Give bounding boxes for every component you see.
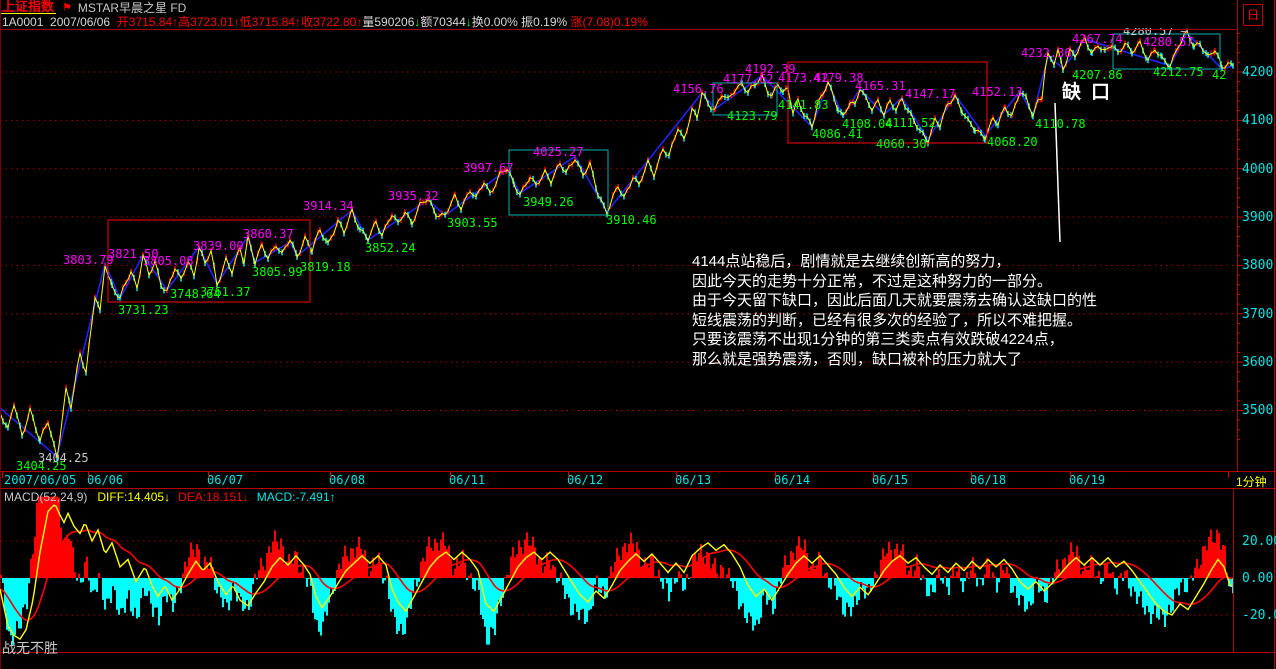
annotation-line: 因此今天的走势十分正常，不过是这种努力的一部分。 — [692, 272, 1237, 292]
price-swing-label: 4212.75 — [1153, 65, 1204, 79]
price-swing-label: 3761.37 — [200, 285, 251, 299]
date-tick — [971, 472, 972, 478]
price-swing-label: 3914.34 — [303, 199, 354, 213]
price-swing-label: 3860.37 — [243, 227, 294, 241]
price-swing-label: 3839.00 — [193, 239, 244, 253]
price-swing-label: 4147.17 — [905, 87, 956, 101]
annotation-line: 4144点站稳后，剧情就是去继续创新高的努力， — [692, 252, 1237, 272]
price-swing-label: 42 — [1212, 68, 1226, 82]
price-swing-label: 4152.13 — [972, 85, 1023, 99]
analysis-annotation-text: 4144点站稳后，剧情就是去继续创新高的努力，因此今天的走势十分正常，不过是这种… — [692, 252, 1237, 369]
main-price-chart[interactable]: 缺口3803.793821.503805.083839.003860.37391… — [0, 28, 1237, 471]
gap-label: 缺口 — [1062, 80, 1120, 103]
macd-axis-label: 20.00 — [1242, 534, 1276, 549]
date-tick — [208, 472, 209, 478]
price-swing-label: 3803.79 — [63, 253, 114, 267]
date-axis-label: 06/06 — [87, 473, 123, 487]
date-axis-label: 06/13 — [675, 473, 711, 487]
date-tick — [88, 472, 89, 478]
price-swing-label: 4110.78 — [1035, 117, 1086, 131]
price-swing-label: 4068.20 — [987, 135, 1038, 149]
macd-value-segment: ↓ — [164, 490, 170, 504]
chart-top-border — [0, 29, 1237, 30]
price-swing-label: 4267.74 — [1072, 32, 1123, 46]
date-tick — [2, 472, 3, 478]
date-axis-label: 06/18 — [970, 473, 1006, 487]
price-axis-label: 3600.0 — [1242, 355, 1276, 370]
period-selector-icon[interactable]: 日 — [1243, 4, 1263, 26]
price-axis-label: 3500.0 — [1242, 403, 1276, 418]
date-axis-label: 06/14 — [774, 473, 810, 487]
date-tick — [873, 472, 874, 478]
macd-value-segment: ↓ — [243, 490, 249, 504]
price-swing-label: 3949.26 — [523, 195, 574, 209]
price-swing-label: 4141.83 — [778, 98, 829, 112]
macd-value-segment: DIFF:14.405 — [97, 490, 164, 504]
annotation-line: 那么就是强势震荡，否则，缺口被补的压力就大了 — [692, 350, 1237, 370]
macd-value-segment: DEA:18.151 — [178, 490, 243, 504]
date-tick — [330, 472, 331, 478]
price-axis-label: 4100.0 — [1242, 113, 1276, 128]
annotation-line: 由于今天留下缺口，因此后面几天就要震荡去确认这缺口的性 — [692, 291, 1237, 311]
macd-axis-label: -20.00 — [1242, 608, 1276, 623]
macd-axis-separator — [1233, 488, 1234, 652]
symbol-name[interactable]: 上证指数 — [0, 0, 56, 14]
macd-header: MACD(52,24,9)DIFF:14.405↓DEA:18.151↓MACD… — [4, 490, 336, 503]
price-axis-label: 4000.0 — [1242, 162, 1276, 177]
flag-icon: ⚑ — [62, 1, 72, 14]
date-tick — [450, 472, 451, 478]
macd-axis-label: 0.00 — [1242, 571, 1273, 586]
price-swing-label: 3731.23 — [118, 303, 169, 317]
price-swing-label: 3805.08 — [143, 254, 194, 268]
date-axis-label: 06/15 — [872, 473, 908, 487]
macd-value-segment: ↑ — [330, 490, 336, 504]
date-axis-label: 06/12 — [567, 473, 603, 487]
annotation-line: 短线震荡的判断，已经有很多次的经验了，所以不难把握。 — [692, 311, 1237, 331]
price-swing-label: 3935.32 — [388, 189, 439, 203]
price-swing-label: 4123.79 — [727, 109, 778, 123]
price-swing-label: 3910.46 — [606, 213, 657, 227]
price-axis-label: 3900.0 — [1242, 210, 1276, 225]
price-axis-label: 3800.0 — [1242, 258, 1276, 273]
price-swing-label: 4232.36 — [1021, 46, 1072, 60]
price-swing-label: 4207.86 — [1072, 68, 1123, 82]
date-axis-label: 06/11 — [449, 473, 485, 487]
price-swing-label: 4025.27 — [533, 145, 584, 159]
price-axis-label: 3700.0 — [1242, 307, 1276, 322]
price-swing-label: 3997.67 — [463, 161, 514, 175]
watermark-text: 战无不胜 — [2, 638, 58, 658]
date-tick — [1228, 472, 1229, 478]
date-tick — [676, 472, 677, 478]
date-axis-label: 06/07 — [207, 473, 243, 487]
macd-value-segment: MACD(52,24,9) — [4, 490, 87, 504]
title-bar: 上证指数 ⚑ MSTAR早晨之星 FD — [0, 0, 1276, 14]
annotation-line: 只要该震荡不出现1分钟的第三类卖点有效跌破4224点， — [692, 330, 1237, 350]
window-right-border — [1274, 0, 1275, 669]
price-swing-label: 3819.18 — [300, 260, 351, 274]
macd-value-segment: MACD:-7.491 — [257, 490, 330, 504]
date-axis-first-label: 2007/06/05 — [4, 473, 76, 487]
info-segment: 1A0001 2007/06/06 — [2, 15, 117, 29]
price-swing-label: 4165.31 — [855, 79, 906, 93]
price-swing-label: 4156.76 — [673, 82, 724, 96]
macd-bottom-border — [0, 652, 1276, 653]
price-swing-label: 3852.24 — [365, 241, 416, 255]
price-swing-label: 3805.99 — [252, 265, 303, 279]
price-swing-label: 3404.25 — [38, 451, 89, 465]
date-tick — [1070, 472, 1071, 478]
date-tick — [568, 472, 569, 478]
date-axis-label: 06/19 — [1069, 473, 1105, 487]
date-axis-label: 06/08 — [329, 473, 365, 487]
period-label[interactable]: 1分钟 — [1236, 473, 1267, 490]
price-swing-label: 4060.30 — [876, 137, 927, 151]
price-swing-label: 4111.52 — [885, 116, 936, 130]
price-swing-label: 3903.55 — [447, 216, 498, 230]
macd-indicator-chart[interactable] — [0, 488, 1233, 652]
quote-info-bar: 1A0001 2007/06/06 开3715.84↑高3723.01↑低371… — [2, 15, 648, 28]
date-tick — [775, 472, 776, 478]
price-axis-label: 4200.0 — [1242, 65, 1276, 80]
